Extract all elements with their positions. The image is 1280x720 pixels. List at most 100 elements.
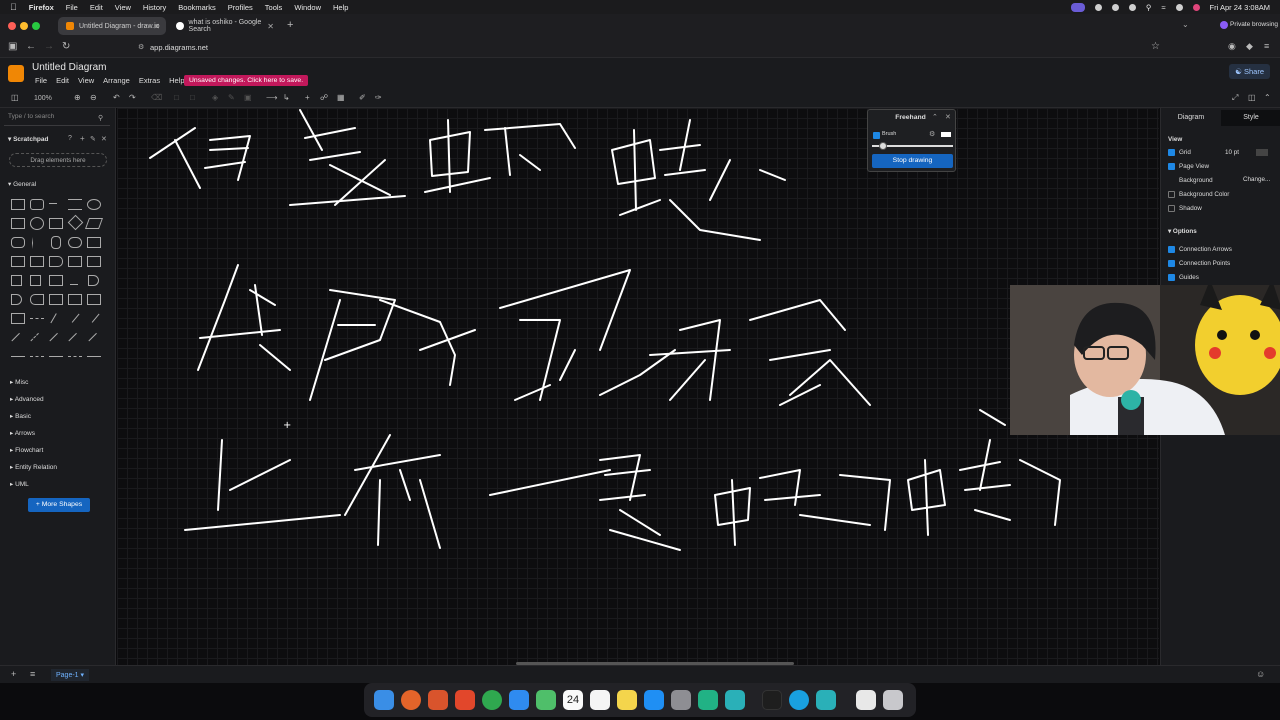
background-color-checkbox[interactable] <box>1168 191 1175 198</box>
edge-label-shape[interactable] <box>49 356 63 367</box>
menu-help[interactable]: Help <box>333 3 348 12</box>
menu-file[interactable]: File <box>66 3 78 12</box>
tape-shape[interactable] <box>87 256 101 267</box>
notes-icon[interactable] <box>617 690 637 710</box>
tab-style[interactable]: Style <box>1221 110 1280 126</box>
firefox-icon[interactable] <box>401 690 421 710</box>
bookmark-star-icon[interactable]: ☆ <box>1151 41 1160 52</box>
process-shape[interactable] <box>49 218 63 229</box>
share-button[interactable]: ☯ Share <box>1229 64 1270 79</box>
background-change-button[interactable]: Change... <box>1243 176 1270 183</box>
close-window-icon[interactable] <box>8 22 16 30</box>
freehand-icon[interactable]: ✑ <box>375 93 382 102</box>
url-bar[interactable]: ⚙ app.diagrams.net <box>132 40 1166 55</box>
arrow-edge-shape[interactable] <box>87 356 101 367</box>
add-icon[interactable]: + <box>80 134 85 143</box>
section-flowchart[interactable]: ▸ Flowchart <box>10 446 43 454</box>
guides-checkbox[interactable] <box>1168 274 1175 281</box>
section-arrows[interactable]: ▸ Arrows <box>10 429 35 437</box>
brave-icon[interactable] <box>455 690 475 710</box>
brave-like-icon[interactable] <box>428 690 448 710</box>
stop-drawing-button[interactable]: Stop drawing <box>872 154 953 168</box>
tab-diagram[interactable]: Diagram <box>1161 110 1221 126</box>
square-shape[interactable] <box>11 218 25 229</box>
maps-icon[interactable] <box>536 690 556 710</box>
pages-menu-icon[interactable]: ≡ <box>30 669 35 679</box>
brightness-icon[interactable] <box>1128 3 1136 11</box>
menu-profiles[interactable]: Profiles <box>228 3 253 12</box>
shadow-icon[interactable]: ▣ <box>244 93 252 102</box>
drawio-icon[interactable] <box>725 690 745 710</box>
reminders-icon[interactable] <box>590 690 610 710</box>
container-shape[interactable] <box>49 294 63 305</box>
settings-icon[interactable] <box>671 690 691 710</box>
dotted-edge-shape[interactable] <box>68 356 82 367</box>
trapezoid-shape[interactable] <box>68 256 82 267</box>
text-shape[interactable] <box>49 203 57 214</box>
close-tab-icon[interactable]: ✕ <box>153 22 160 31</box>
page-tab[interactable]: Page-1 ▾ <box>51 669 90 681</box>
scratchpad-dropzone[interactable]: Drag elements here <box>9 153 107 167</box>
insert-icon[interactable]: + <box>305 93 310 102</box>
curve-shape[interactable] <box>50 313 58 324</box>
dashed-line-shape[interactable] <box>30 318 44 329</box>
browser-icon[interactable] <box>789 690 809 710</box>
play-icon[interactable] <box>1094 3 1102 11</box>
close-scratchpad-icon[interactable]: ✕ <box>101 135 107 143</box>
waypoints-icon[interactable]: ↳ <box>283 93 290 102</box>
new-tab-icon[interactable]: + <box>287 19 293 31</box>
brush-checkbox[interactable] <box>873 132 880 139</box>
apple-menu-icon[interactable]:  <box>10 2 17 12</box>
scratchpad-header[interactable]: ▾ Scratchpad <box>8 135 48 143</box>
options-heading[interactable]: ▾ Options <box>1168 228 1197 235</box>
table-icon[interactable]: ▦ <box>337 93 345 102</box>
collapse-icon[interactable]: ⌃ <box>1264 93 1271 102</box>
undo-icon[interactable]: ↶ <box>113 93 120 102</box>
textbox-shape[interactable] <box>68 199 82 210</box>
internal-storage-shape[interactable] <box>11 256 25 267</box>
line-shape[interactable] <box>11 332 21 343</box>
grid-checkbox[interactable] <box>1168 149 1175 156</box>
add-page-icon[interactable]: + <box>11 669 16 679</box>
note-shape[interactable] <box>11 275 22 286</box>
edit-scratchpad-icon[interactable]: ✎ <box>90 135 96 143</box>
app-menu-edit[interactable]: Edit <box>56 76 69 85</box>
rectangle-shape[interactable] <box>11 199 25 210</box>
grid-option[interactable]: Grid <box>1168 149 1191 156</box>
section-entity-relation[interactable]: ▸ Entity Relation <box>10 463 57 471</box>
fill-color-icon[interactable]: ◈ <box>212 93 218 102</box>
collapse-panel-icon[interactable]: ⌃ <box>932 113 938 121</box>
menu-tools[interactable]: Tools <box>265 3 283 12</box>
general-section-header[interactable]: ▾ General <box>8 180 36 188</box>
tab-drawio[interactable]: Untitled Diagram - draw.io ✕ <box>58 17 166 35</box>
maximize-window-icon[interactable] <box>32 22 40 30</box>
edge-shape[interactable] <box>11 356 25 367</box>
ellipse-shape[interactable] <box>87 199 101 210</box>
reload-icon[interactable]: ↻ <box>62 41 70 52</box>
bidirectional-arrow-shape[interactable] <box>71 313 81 324</box>
menu-app-name[interactable]: Firefox <box>29 3 54 12</box>
terminal-icon[interactable] <box>698 690 718 710</box>
panel-icon[interactable]: ◫ <box>1248 93 1256 102</box>
hexagon-shape[interactable] <box>11 237 25 248</box>
section-misc[interactable]: ▸ Misc <box>10 378 28 386</box>
safari-icon[interactable] <box>509 690 529 710</box>
menu-bookmarks[interactable]: Bookmarks <box>178 3 216 12</box>
help-icon[interactable]: ? <box>68 135 72 142</box>
chrome-icon[interactable] <box>482 690 502 710</box>
connection-icon[interactable]: ⟶ <box>266 93 277 102</box>
vscode-like-icon[interactable] <box>816 690 836 710</box>
calendar-icon[interactable]: 24 <box>563 690 583 710</box>
shadow-checkbox[interactable] <box>1168 205 1175 212</box>
more-shapes-button[interactable]: + More Shapes <box>28 498 90 512</box>
screen-record-icon[interactable] <box>1070 2 1085 12</box>
back-icon[interactable]: ← <box>26 41 36 52</box>
brush-settings-icon[interactable]: ⚙ <box>929 130 935 138</box>
tab-list-chevron-icon[interactable]: ⌄ <box>1182 20 1189 29</box>
account-icon[interactable]: ◉ <box>1228 41 1236 52</box>
feedback-icon[interactable]: ☺ <box>1256 669 1265 679</box>
menu-edit[interactable]: Edit <box>90 3 103 12</box>
app-menu-view[interactable]: View <box>78 76 94 85</box>
format-panel-toggle-icon[interactable]: ◫ <box>11 93 19 102</box>
unsaved-changes-button[interactable]: Unsaved changes. Click here to save. <box>184 75 309 86</box>
